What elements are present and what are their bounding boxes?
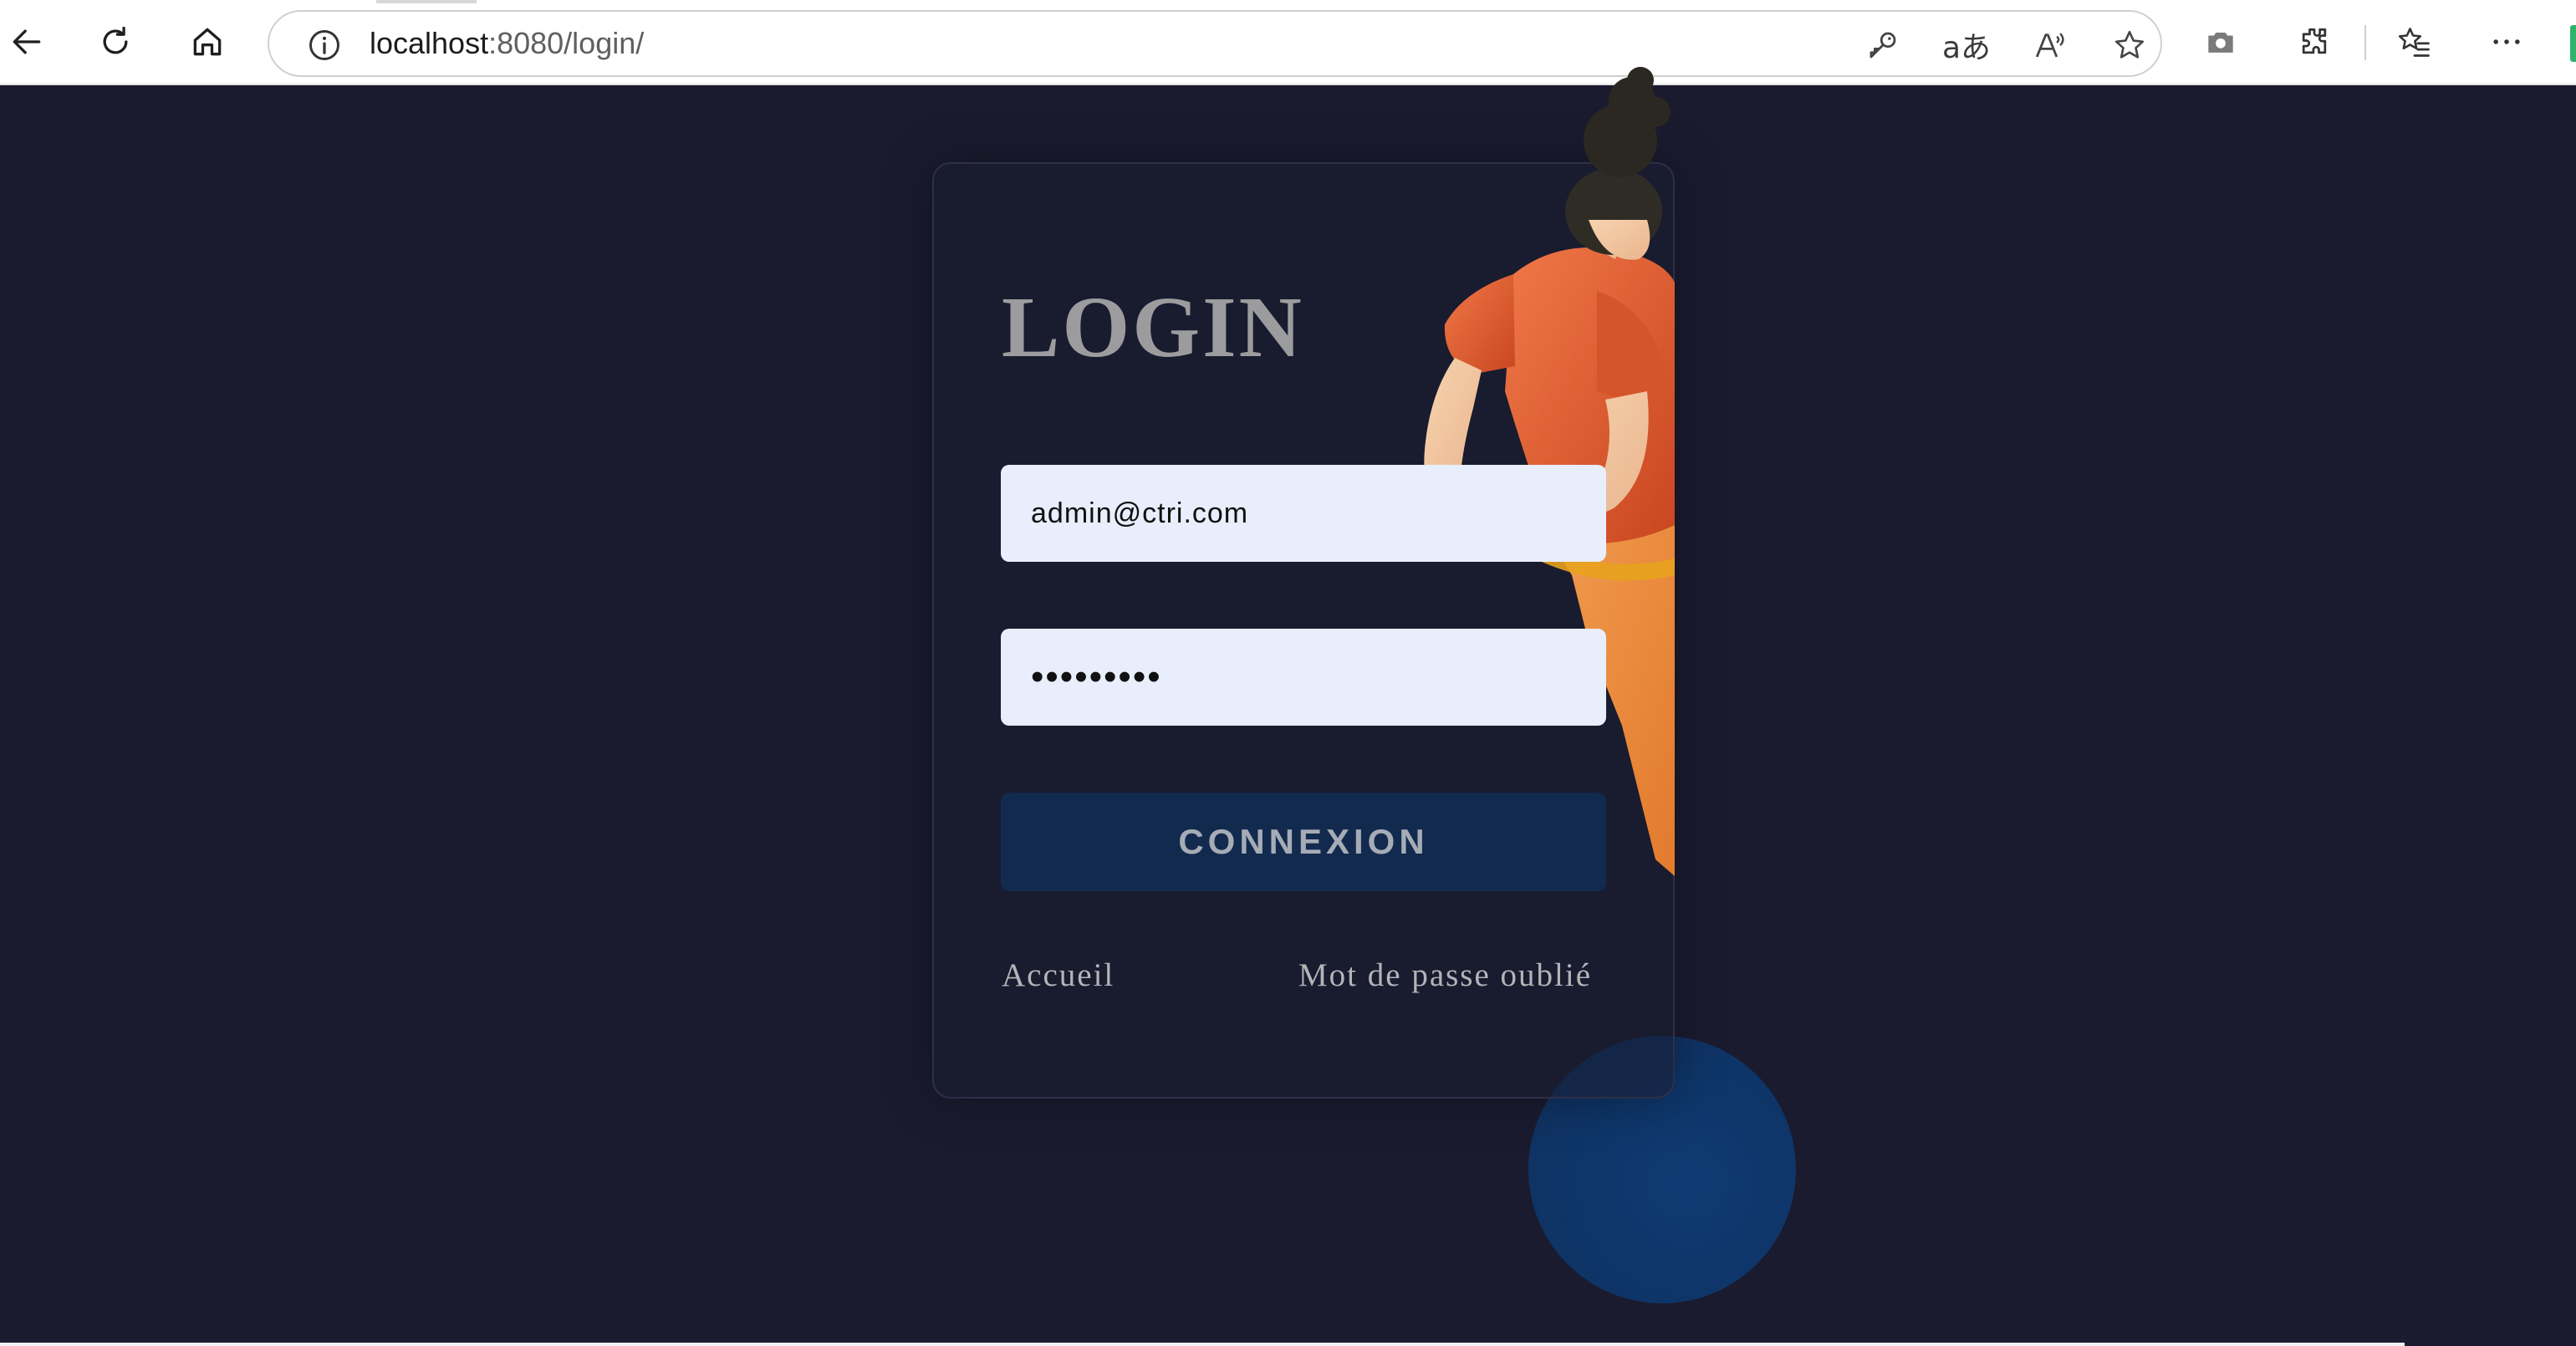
key-icon	[1870, 32, 1896, 59]
refresh-button[interactable]	[89, 15, 142, 69]
favorites-button[interactable]	[2388, 15, 2441, 69]
read-aloud-icon	[2035, 33, 2064, 58]
toolbar-divider	[2364, 25, 2366, 60]
info-icon	[309, 30, 339, 60]
forgot-password-link[interactable]: Mot de passe oublié	[1298, 956, 1592, 996]
password-field[interactable]	[1001, 629, 1606, 726]
home-icon	[193, 28, 222, 56]
more-icon	[2493, 39, 2520, 44]
refresh-icon	[103, 26, 128, 54]
translate-button[interactable]: aあ	[1941, 20, 1992, 70]
screenshot-button[interactable]	[2194, 15, 2247, 69]
edge-sidebar-indicator	[2570, 25, 2576, 62]
email-field[interactable]	[1001, 465, 1606, 562]
tab-indicator	[376, 0, 477, 3]
read-aloud-button[interactable]	[2025, 20, 2075, 70]
favorite-button[interactable]	[2104, 20, 2155, 70]
login-submit-button[interactable]: CONNEXION	[1001, 793, 1606, 891]
url-host: localhost	[370, 26, 489, 60]
favorites-icon	[2398, 28, 2430, 57]
browser-toolbar: localhost:8080/login/ aあ	[0, 0, 2576, 85]
password-key-button[interactable]	[1858, 20, 1908, 70]
extensions-icon	[2302, 28, 2327, 54]
back-icon	[13, 29, 41, 54]
page-bottom-edge	[0, 1343, 2405, 1346]
more-button[interactable]	[2480, 15, 2533, 69]
url-path: :8080/login/	[488, 26, 645, 60]
url-text[interactable]: localhost:8080/login/	[370, 12, 644, 75]
login-title: LOGIN	[1002, 279, 1304, 375]
translate-icon: aあ	[1941, 31, 1992, 65]
favorite-star-icon	[2114, 30, 2145, 59]
home-link[interactable]: Accueil	[1002, 956, 1115, 996]
extensions-button[interactable]	[2288, 15, 2341, 69]
screenshot-icon	[2208, 33, 2233, 53]
back-button[interactable]	[0, 15, 54, 69]
site-info-button[interactable]	[303, 23, 346, 67]
address-bar[interactable]: localhost:8080/login/ aあ	[268, 10, 2162, 77]
home-button[interactable]	[181, 15, 234, 69]
